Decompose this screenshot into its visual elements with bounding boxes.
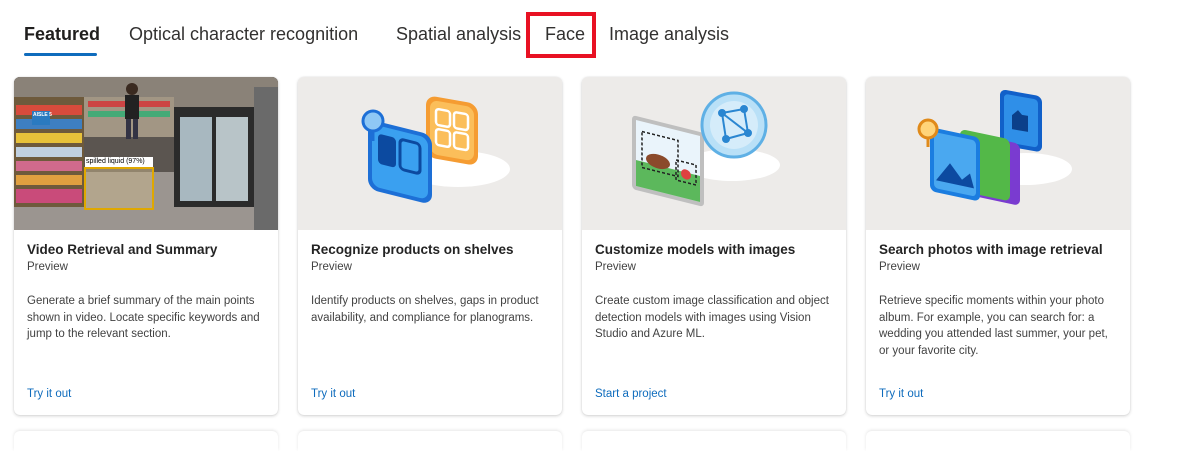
image-retrieval-illustration (866, 77, 1130, 230)
card-recognize-products[interactable]: Recognize products on shelves Preview Id… (298, 77, 562, 415)
card-description: Create custom image classification and o… (595, 295, 829, 340)
card-title: Search photos with image retrieval (879, 242, 1103, 257)
card-description: Generate a brief summary of the main poi… (27, 295, 260, 340)
card-description: Identify products on shelves, gaps in pr… (311, 295, 539, 324)
try-it-out-link[interactable]: Try it out (27, 388, 71, 400)
next-row-card (582, 431, 846, 451)
next-row-card (14, 431, 278, 451)
tab-image-analysis[interactable]: Image analysis (609, 24, 729, 45)
preview-badge: Preview (27, 261, 68, 273)
start-a-project-link[interactable]: Start a project (595, 388, 667, 400)
card-title: Video Retrieval and Summary (27, 242, 218, 257)
products-on-shelves-illustration (298, 77, 562, 230)
store-video-thumbnail: AISLE 5 spilled liquid (97%) (14, 77, 278, 230)
preview-badge: Preview (311, 261, 352, 273)
active-tab-indicator (24, 53, 97, 56)
card-customize-models[interactable]: Customize models with images Preview Cre… (582, 77, 846, 415)
detection-label: spilled liquid (97%) (86, 158, 145, 165)
tab-spatial-analysis[interactable]: Spatial analysis (396, 24, 521, 45)
try-it-out-link[interactable]: Try it out (879, 388, 923, 400)
face-tab-highlight-box (526, 12, 596, 58)
card-title: Recognize products on shelves (311, 242, 514, 257)
capability-tabs: Featured Optical character recognition S… (0, 0, 1195, 70)
next-row-card (298, 431, 562, 451)
card-search-photos[interactable]: Search photos with image retrieval Previ… (866, 77, 1130, 415)
card-title: Customize models with images (595, 242, 796, 257)
tab-featured[interactable]: Featured (24, 24, 100, 45)
card-description: Retrieve specific moments within your ph… (879, 295, 1108, 357)
preview-badge: Preview (595, 261, 636, 273)
try-it-out-link[interactable]: Try it out (311, 388, 355, 400)
aisle-sign: AISLE 5 (33, 112, 52, 118)
tab-optical-character-recognition[interactable]: Optical character recognition (129, 24, 358, 45)
preview-badge: Preview (879, 261, 920, 273)
card-video-retrieval[interactable]: AISLE 5 spilled liquid (97%) Video Retri… (14, 77, 278, 415)
next-row-card (866, 431, 1130, 451)
custom-model-illustration (582, 77, 846, 230)
